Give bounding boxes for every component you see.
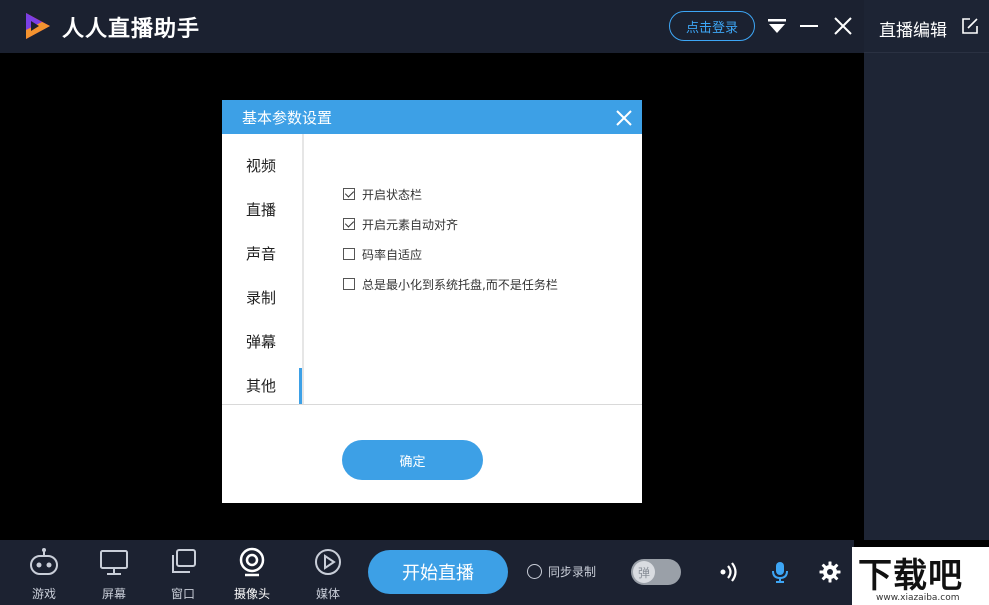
source-media-label: 媒体 xyxy=(315,587,340,601)
watermark-url: www.xiazaiba.com xyxy=(876,593,960,603)
option-status-bar[interactable]: 开启状态栏 xyxy=(343,186,422,202)
sync-record-label: 同步录制 xyxy=(548,565,597,579)
option-label: 码率自适应 xyxy=(362,247,423,262)
nav-item-video[interactable]: 视频 xyxy=(222,155,300,176)
checkbox[interactable] xyxy=(343,188,355,200)
option-label: 开启状态栏 xyxy=(362,187,423,202)
close-icon[interactable] xyxy=(831,14,855,38)
option-auto-align[interactable]: 开启元素自动对齐 xyxy=(343,216,458,232)
nav-item-other[interactable]: 其他 xyxy=(222,375,300,396)
option-adaptive-bitrate[interactable]: 码率自适应 xyxy=(343,246,422,262)
nav-item-danmu[interactable]: 弹幕 xyxy=(222,331,300,352)
right-panel xyxy=(864,0,989,540)
source-media-button[interactable]: 媒体 xyxy=(303,545,353,603)
source-camera-label: 摄像头 xyxy=(233,587,270,601)
camera-icon xyxy=(239,547,265,577)
monitor-icon xyxy=(100,550,128,575)
source-game-label: 游戏 xyxy=(31,587,56,601)
watermark-text: 下载吧 xyxy=(858,556,963,596)
nav-item-record[interactable]: 录制 xyxy=(222,287,300,308)
source-game-button[interactable]: 游戏 xyxy=(19,545,69,603)
source-camera-button[interactable]: 摄像头 xyxy=(227,545,277,603)
checkbox[interactable] xyxy=(343,248,355,260)
dialog-content-divider xyxy=(222,404,642,405)
source-window-button[interactable]: 窗口 xyxy=(158,545,208,603)
dialog-title: 基本参数设置 xyxy=(242,109,333,127)
option-label: 开启元素自动对齐 xyxy=(362,217,459,232)
window-icon xyxy=(172,549,196,573)
ok-button[interactable]: 确定 xyxy=(342,440,483,480)
app-logo-icon xyxy=(26,13,50,39)
source-screen-label: 屏幕 xyxy=(101,587,126,601)
login-button[interactable]: 点击登录 xyxy=(669,11,755,41)
play-icon xyxy=(315,549,341,575)
option-label: 总是最小化到系统托盘,而不是任务栏 xyxy=(362,277,558,292)
source-window-label: 窗口 xyxy=(170,587,195,601)
checkbox[interactable] xyxy=(343,278,355,290)
dialog-close-icon[interactable] xyxy=(613,107,635,129)
danmu-toggle-knob[interactable]: 弹 xyxy=(633,561,655,583)
app-title: 人人直播助手 xyxy=(62,17,201,42)
gamepad-icon xyxy=(30,548,58,575)
sync-record-option[interactable]: 同步录制 xyxy=(527,563,596,580)
sync-record-radio[interactable] xyxy=(527,564,542,579)
minimize-icon[interactable] xyxy=(797,14,821,38)
gear-icon[interactable] xyxy=(818,560,842,584)
nav-item-audio[interactable]: 声音 xyxy=(222,243,300,264)
option-minimize-to-tray[interactable]: 总是最小化到系统托盘,而不是任务栏 xyxy=(343,276,558,292)
nav-item-live[interactable]: 直播 xyxy=(222,199,300,220)
edit-icon[interactable] xyxy=(960,16,980,36)
microphone-icon[interactable] xyxy=(768,560,792,584)
right-panel-title: 直播编辑 xyxy=(879,21,947,41)
source-screen-button[interactable]: 屏幕 xyxy=(89,545,139,603)
speaker-icon[interactable] xyxy=(718,560,742,584)
start-live-button[interactable]: 开始直播 xyxy=(368,550,508,594)
checkbox[interactable] xyxy=(343,218,355,230)
nav-divider xyxy=(302,134,304,405)
dropdown-menu-icon[interactable] xyxy=(765,14,789,38)
